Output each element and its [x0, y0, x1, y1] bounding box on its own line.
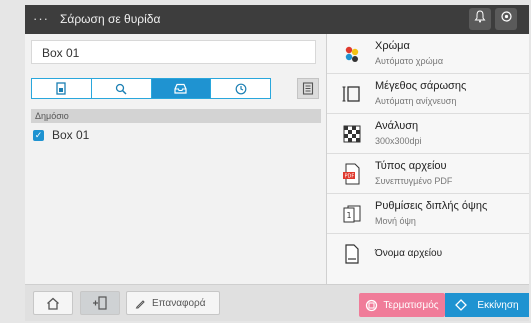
settings-icon[interactable]	[495, 8, 517, 30]
document-box-icon	[56, 82, 67, 95]
search-icon	[115, 83, 127, 95]
setting-duplex[interactable]: 1 Ρυθμίσεις διπλής όψης Μονή όψη	[327, 194, 529, 234]
setting-value: Μονή όψη	[375, 216, 416, 226]
box-detail-icon	[302, 82, 314, 95]
color-icon	[341, 43, 363, 65]
pdf-file-icon: PDF	[341, 163, 363, 185]
stop-label: Τερματισμός	[383, 299, 439, 311]
tab-inbox[interactable]	[151, 79, 212, 98]
device-icon	[93, 296, 107, 310]
setting-name: Μέγεθος σάρωσης	[375, 80, 467, 92]
bottom-bar: Επαναφορά Τερματισμός Εκκίνηση	[25, 284, 529, 321]
setting-name: Τύπος αρχείου	[375, 160, 447, 172]
view-tabs	[31, 78, 271, 99]
inbox-icon	[174, 83, 187, 94]
menu-icon[interactable]: ···	[33, 11, 49, 26]
setting-name: Ρυθμίσεις διπλής όψης	[375, 200, 488, 212]
setting-scan-size[interactable]: Μέγεθος σάρωσης Αυτόματη ανίχνευση	[327, 74, 529, 114]
page-title: Σάρωση σε θυρίδα	[60, 12, 161, 26]
box-panel: Box 01 Δημόσιο ✓ Box 01	[25, 34, 327, 284]
setting-name: Ανάλυση	[375, 120, 419, 132]
setting-value: Συνεπτυγμένο PDF	[375, 176, 453, 186]
setting-value: Αυτόματη ανίχνευση	[375, 96, 457, 106]
svg-text:PDF: PDF	[345, 174, 355, 180]
duplex-icon: 1	[341, 203, 363, 225]
start-button[interactable]: Εκκίνηση	[445, 293, 529, 317]
home-button[interactable]	[33, 291, 73, 315]
tab-history[interactable]	[211, 79, 270, 98]
tab-search[interactable]	[92, 79, 152, 98]
setting-name: Όνομα αρχείου	[375, 248, 443, 259]
start-icon	[455, 299, 468, 311]
list-item-label: Box 01	[52, 128, 90, 142]
box-detail-button[interactable]	[297, 78, 319, 99]
bell-icon[interactable]	[469, 8, 491, 30]
checkbox-checked-icon[interactable]: ✓	[33, 129, 44, 141]
start-label: Εκκίνηση	[477, 299, 519, 311]
list-header: Δημόσιο	[31, 109, 321, 123]
tab-documents[interactable]	[32, 79, 92, 98]
svg-text:1: 1	[347, 211, 352, 220]
box-input[interactable]: Box 01	[31, 40, 316, 64]
settings-panel: Χρώμα Αυτόματο χρώμα Μέγεθος σάρωσης Αυτ…	[327, 34, 529, 284]
setting-value: 300x300dpi	[375, 136, 422, 146]
setting-value: Αυτόματο χρώμα	[375, 56, 444, 66]
resolution-icon	[341, 123, 363, 145]
stop-button[interactable]: Τερματισμός	[359, 293, 445, 317]
file-name-icon	[341, 243, 363, 265]
device-button[interactable]	[80, 291, 120, 315]
setting-file-name[interactable]: Όνομα αρχείου	[327, 234, 529, 274]
pencil-icon	[135, 299, 145, 308]
setting-file-type[interactable]: PDF Τύπος αρχείου Συνεπτυγμένο PDF	[327, 154, 529, 194]
setting-name: Χρώμα	[375, 40, 410, 52]
home-icon	[47, 297, 59, 310]
setting-resolution[interactable]: Ανάλυση 300x300dpi	[327, 114, 529, 154]
list-item[interactable]: ✓ Box 01	[33, 126, 89, 144]
top-bar: ··· Σάρωση σε θυρίδα	[25, 5, 529, 34]
setting-color[interactable]: Χρώμα Αυτόματο χρώμα	[327, 34, 529, 74]
scan-size-icon	[341, 83, 363, 105]
clock-icon	[235, 83, 247, 94]
stop-icon	[366, 299, 378, 311]
reset-settings-button[interactable]: Επαναφορά	[126, 291, 220, 315]
reset-settings-label: Επαναφορά	[152, 297, 206, 309]
